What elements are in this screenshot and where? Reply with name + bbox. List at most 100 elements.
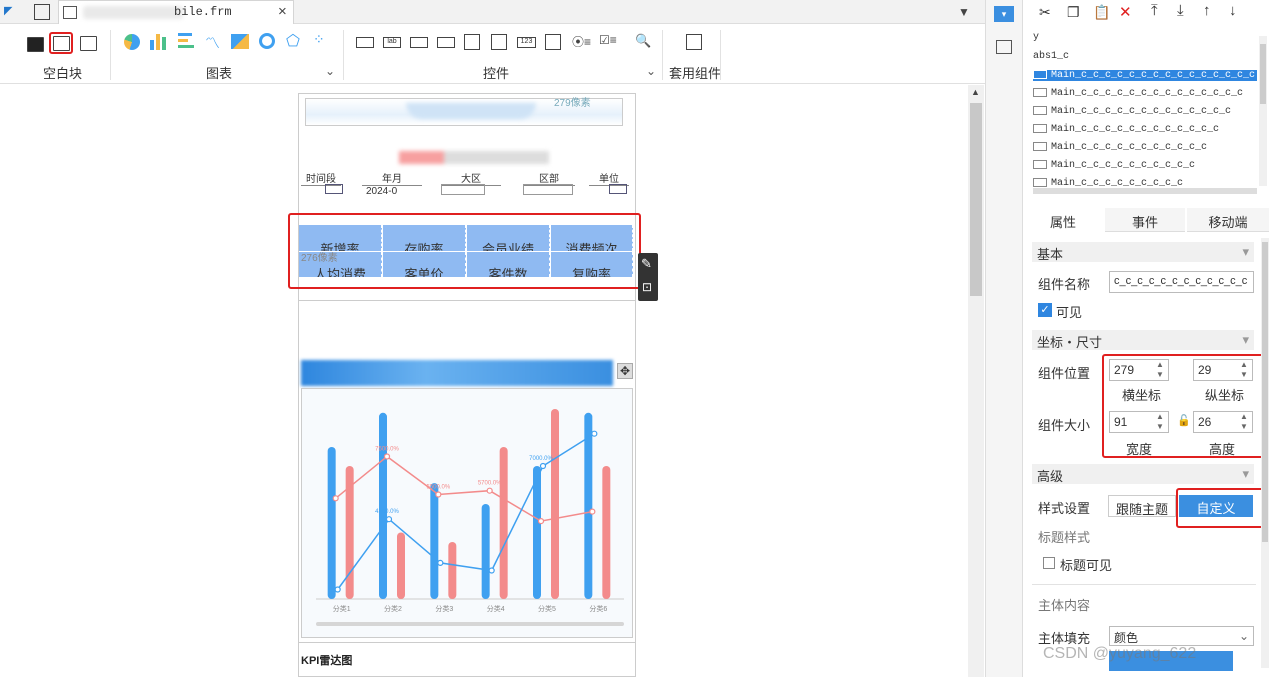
scroll-up-icon[interactable]: ▲ — [971, 87, 980, 97]
move-handle-icon[interactable]: ✥ — [617, 363, 633, 379]
tab-events[interactable]: 事件 — [1105, 208, 1185, 232]
collapse-icon[interactable]: ▾ — [1242, 244, 1249, 260]
combo-chart[interactable]: 7500.0% 5500.0% 5700.0% 7000.0% 4200.0% 分类1 分类… — [302, 389, 632, 637]
tree-item[interactable]: Main_c_c_c_c_c_c_c_c_c_c_c — [1033, 142, 1207, 153]
title-visible-checkbox[interactable] — [1043, 557, 1055, 569]
radar-chart-icon[interactable]: ⬠ — [286, 31, 300, 51]
file-tab[interactable]: bile.frm × — [58, 0, 294, 24]
number-widget-icon[interactable]: 123 — [517, 37, 536, 48]
position-label: 组件位置 — [1038, 366, 1091, 381]
fill-select[interactable]: 颜色 ⌄ — [1109, 626, 1254, 646]
text-widget-icon[interactable]: lab — [383, 37, 401, 48]
delete-icon[interactable]: ✕ — [1119, 3, 1132, 21]
block-icon[interactable] — [27, 37, 44, 52]
template-icon[interactable] — [686, 34, 702, 50]
copy-icon[interactable]: ❐ — [1067, 4, 1080, 21]
chart-title-bar[interactable] — [301, 360, 613, 386]
dropdown-widget-icon[interactable] — [437, 37, 455, 48]
region-input[interactable] — [441, 184, 485, 195]
filter-district[interactable]: 区部 — [523, 170, 575, 195]
section-advanced[interactable]: 高级 ▾ — [1032, 464, 1254, 484]
checkbox-group-icon[interactable]: ☑≡ — [599, 33, 617, 47]
lock-icon[interactable]: ⊡ — [642, 280, 652, 294]
hbar-chart-icon[interactable] — [178, 33, 196, 51]
section-basic[interactable]: 基本 ▾ — [1032, 242, 1254, 262]
style-follow-button[interactable]: 跟随主题 — [1108, 495, 1176, 517]
tree-hscrollbar[interactable] — [1033, 188, 1257, 194]
scatter-chart-icon[interactable]: ⁘ — [313, 31, 325, 48]
collapse-icon[interactable]: ▾ — [1242, 466, 1249, 482]
chart-container[interactable]: 7500.0% 5500.0% 5700.0% 7000.0% 4200.0% 分类1 分类… — [301, 388, 633, 638]
radio-group-icon[interactable]: ⦿≡ — [572, 33, 591, 50]
tree-item[interactable]: Main_c_c_c_c_c_c_c_c_c_c_c_c_c — [1033, 106, 1231, 117]
tree-item[interactable]: Main_c_c_c_c_c_c_c_c_c_c_c_c_c_c — [1033, 88, 1243, 99]
separator — [110, 30, 111, 80]
close-icon[interactable]: × — [278, 3, 287, 20]
bar-chart-icon[interactable] — [150, 32, 168, 50]
line-point — [488, 567, 495, 574]
tab-mobile[interactable]: 移动端 — [1187, 208, 1269, 232]
tree-item-selected[interactable]: Main_c_c_c_c_c_c_c_c_c_c_c_c_c_c_c — [1033, 70, 1257, 82]
vertical-scrollbar[interactable]: ▲ — [968, 85, 984, 677]
move-up-icon[interactable]: ↑ — [1203, 2, 1211, 19]
move-top-icon[interactable]: ⤒ — [1151, 2, 1158, 19]
mobile-page: 279像素 时间段 年月 2024-0 大区 区部 单位 新增率 存购率 会员业… — [298, 93, 636, 677]
separator — [662, 30, 663, 80]
label-widget-icon[interactable] — [356, 37, 374, 48]
edit-icon[interactable]: ✎ — [641, 256, 652, 272]
pie-chart-icon[interactable] — [124, 34, 140, 50]
bar — [379, 412, 387, 599]
tab-properties[interactable]: 属性 — [1023, 208, 1103, 232]
bar — [499, 447, 508, 599]
header-banner[interactable]: 279像素 — [305, 98, 623, 126]
chevron-down-icon[interactable]: ⌄ — [1239, 629, 1249, 643]
filter-label: 年月 — [362, 170, 422, 186]
gauge-chart-icon[interactable] — [259, 33, 275, 49]
collapse-icon[interactable]: ▾ — [1242, 332, 1249, 348]
move-down-icon[interactable]: ↓ — [1229, 2, 1237, 19]
dropdown-icon[interactable] — [325, 184, 343, 194]
tree-item[interactable]: Main_c_c_c_c_c_c_c_c_c_c — [1033, 160, 1195, 171]
visible-checkbox[interactable]: ✓ — [1038, 303, 1052, 317]
filter-region[interactable]: 大区 — [441, 170, 501, 195]
line-point — [537, 518, 545, 525]
search-widget-icon[interactable]: 🔍 — [635, 33, 651, 49]
filter-month[interactable]: 年月 2024-0 — [362, 170, 422, 197]
chevron-down-icon[interactable]: ⌄ — [325, 64, 335, 78]
textarea-widget-icon[interactable] — [545, 34, 561, 50]
property-scrollbar[interactable] — [1261, 238, 1269, 668]
header-px-label: 279像素 — [554, 98, 591, 109]
cut-icon[interactable]: ✂ — [1039, 4, 1051, 21]
paste-icon[interactable]: 📋 — [1093, 4, 1110, 21]
body-content-heading: 主体内容 — [1038, 598, 1091, 613]
list-widget-icon[interactable] — [464, 34, 480, 50]
tree-item[interactable]: Main_c_c_c_c_c_c_c_c_c_c_c_c — [1033, 124, 1219, 135]
layout-icon[interactable] — [996, 40, 1012, 54]
filter-unit[interactable]: 单位 — [589, 170, 629, 194]
tree-scrollbar[interactable] — [1259, 36, 1267, 186]
move-bottom-icon[interactable]: ⤓ — [1177, 2, 1184, 19]
date-widget-icon[interactable] — [491, 34, 507, 50]
district-input[interactable] — [523, 184, 573, 195]
section-coords[interactable]: 坐标・尺寸 ▾ — [1032, 330, 1254, 350]
scroll-thumb[interactable] — [970, 103, 982, 296]
component-name-input[interactable]: c_c_c_c_c_c_c_c_c_c_c_c — [1109, 271, 1254, 293]
button-widget-icon[interactable] — [410, 37, 428, 48]
table-block-icon[interactable] — [80, 36, 97, 51]
x-tick-label: 分类2 — [384, 604, 402, 613]
filter-period[interactable]: 时间段 — [301, 170, 343, 194]
tree-item[interactable]: y — [1033, 32, 1039, 43]
widget-list-icon[interactable]: ▾ — [994, 6, 1014, 22]
dock-icon[interactable]: ▼ — [958, 5, 970, 19]
tree-item[interactable]: abs1_c — [1033, 51, 1069, 62]
property-scroll-thumb[interactable] — [1262, 242, 1268, 542]
tree-scroll-thumb[interactable] — [1260, 44, 1266, 104]
blank-block-icon[interactable] — [53, 36, 70, 51]
chevron-down-icon[interactable]: ⌄ — [646, 64, 656, 78]
fill-value: 颜色 — [1114, 631, 1139, 645]
dropdown-icon[interactable] — [609, 184, 627, 194]
data-label: 4200.0% — [375, 509, 399, 515]
line-chart-icon[interactable]: 〽 — [205, 32, 220, 53]
grid-icon[interactable] — [34, 4, 50, 20]
area-chart-icon[interactable] — [231, 34, 249, 49]
